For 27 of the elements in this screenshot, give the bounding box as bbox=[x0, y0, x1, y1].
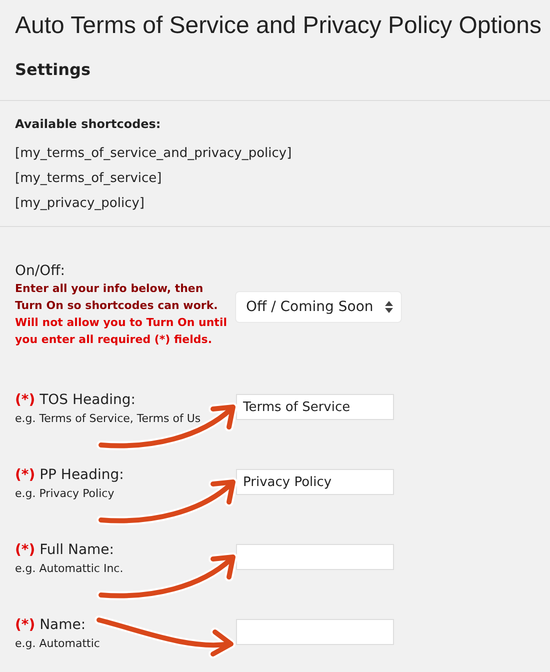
field-note: Will not allow you to Turn On until you enter all required (*) fields. bbox=[15, 315, 228, 348]
page-title: Auto Terms of Service and Privacy Policy Options bbox=[15, 11, 542, 40]
field-label: TOS Heading: bbox=[40, 392, 136, 408]
text-field[interactable]: Privacy Policy bbox=[236, 469, 394, 495]
field-hint: e.g. Privacy Policy bbox=[15, 486, 116, 502]
field-label: PP Heading: bbox=[40, 467, 124, 483]
updown-caret-icon bbox=[385, 301, 394, 313]
field-hint: e.g. Automattic bbox=[15, 636, 101, 652]
field-label: Name: bbox=[40, 617, 86, 633]
status-select[interactable]: Off / Coming Soon bbox=[236, 292, 402, 322]
field-label: On/Off: bbox=[15, 262, 66, 280]
text-field[interactable] bbox=[236, 619, 394, 645]
field-hint: e.g. Automattic Inc. bbox=[15, 561, 124, 577]
field-note: Enter all your info below, then Turn On so shortcodes can work. bbox=[15, 281, 219, 314]
shortcode-text: [my_terms_of_service_and_privacy_policy] bbox=[15, 145, 293, 163]
shortcode-text: [my_terms_of_service] bbox=[15, 170, 163, 188]
field-label: Full Name: bbox=[40, 542, 114, 558]
shortcodes-label: Available shortcodes: bbox=[15, 116, 162, 133]
text-field[interactable]: Terms of Service bbox=[236, 394, 394, 420]
required-marker: (*) bbox=[15, 467, 36, 483]
required-marker: (*) bbox=[15, 542, 36, 558]
required-marker: (*) bbox=[15, 392, 36, 408]
shortcode-text: [my_privacy_policy] bbox=[15, 195, 146, 213]
field-hint: e.g. Terms of Service, Terms of Us bbox=[15, 411, 202, 427]
required-marker: (*) bbox=[15, 617, 36, 633]
text-field[interactable] bbox=[236, 544, 394, 570]
section-heading: Settings bbox=[15, 60, 92, 80]
